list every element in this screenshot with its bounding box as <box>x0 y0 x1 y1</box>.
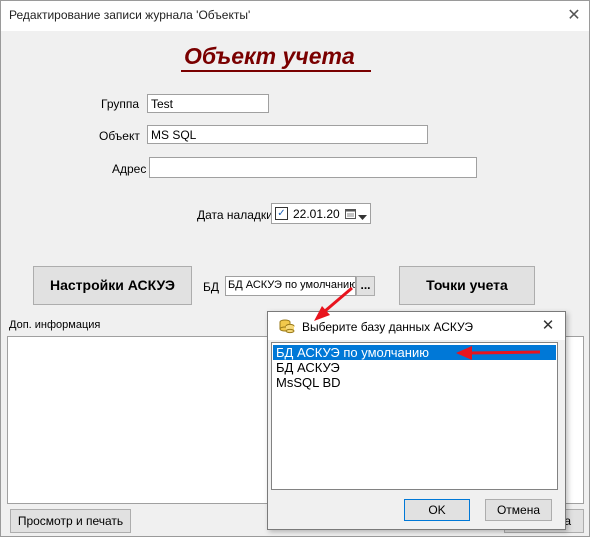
annotation-arrows <box>314 286 541 360</box>
arrow-to-selected-item <box>456 346 541 360</box>
arrow-to-dialog-icon <box>314 286 353 321</box>
